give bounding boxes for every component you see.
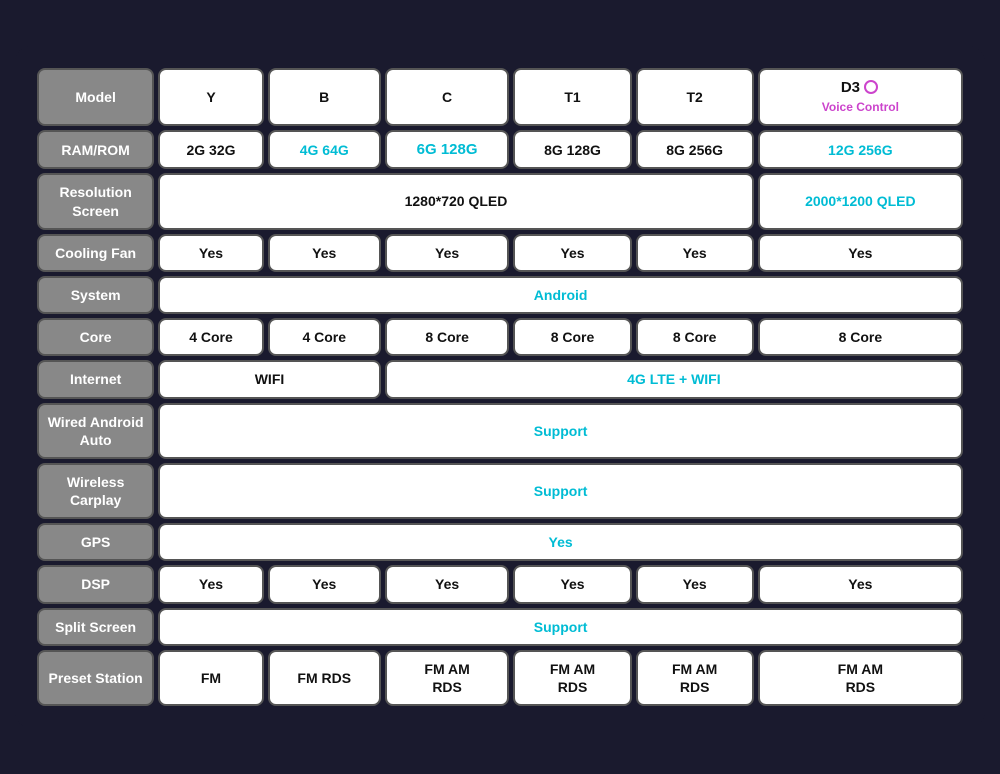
cell-ram-b: 4G 64G [268,130,381,170]
row-wireless-carplay: WirelessCarplay Support [37,463,963,519]
cell-core-d3: 8 Core [758,318,963,356]
cell-core-b: 4 Core [268,318,381,356]
row-dsp: DSP Yes Yes Yes Yes Yes Yes [37,565,963,603]
label-ram: RAM/ROM [37,130,154,170]
cell-dsp-c: Yes [385,565,510,603]
label-gps: GPS [37,523,154,561]
row-split-screen: Split Screen Support [37,608,963,646]
cell-model-c: C [385,68,510,126]
row-system: System Android [37,276,963,314]
label-wireless-carplay: WirelessCarplay [37,463,154,519]
cell-system: Android [158,276,963,314]
cell-preset-d3: FM AM RDS [758,650,963,706]
cell-core-y: 4 Core [158,318,263,356]
row-ram: RAM/ROM 2G 32G 4G 64G 6G 128G 8G 128G 8G… [37,130,963,170]
row-model: Model Y B C T1 T2 D3 Voice Control [37,68,963,126]
row-cooling: Cooling Fan Yes Yes Yes Yes Yes Yes [37,234,963,272]
voice-control-label: Voice Control [822,100,899,114]
label-core: Core [37,318,154,356]
cell-resolution-d3: 2000*1200 QLED [758,173,963,229]
cell-model-t2: T2 [636,68,754,126]
cell-ram-d3: 12G 256G [758,130,963,170]
cell-core-c: 8 Core [385,318,510,356]
cell-wired-android: Support [158,403,963,459]
row-internet: Internet WIFI 4G LTE + WIFI [37,360,963,398]
row-preset-station: Preset Station FM FM RDS FM AM RDS FM AM… [37,650,963,706]
cell-model-y: Y [158,68,263,126]
row-core: Core 4 Core 4 Core 8 Core 8 Core 8 Core … [37,318,963,356]
cell-cooling-t1: Yes [513,234,631,272]
cell-cooling-d3: Yes [758,234,963,272]
cell-cooling-c: Yes [385,234,510,272]
row-wired-android: Wired AndroidAuto Support [37,403,963,459]
label-resolution: ResolutionScreen [37,173,154,229]
cell-internet-wifi: WIFI [158,360,381,398]
cell-dsp-t1: Yes [513,565,631,603]
row-resolution: ResolutionScreen 1280*720 QLED 2000*1200… [37,173,963,229]
cell-cooling-t2: Yes [636,234,754,272]
cell-ram-t2: 8G 256G [636,130,754,170]
comparison-table: Model Y B C T1 T2 D3 Voice Control RAM/R… [33,64,967,710]
cell-core-t1: 8 Core [513,318,631,356]
label-split-screen: Split Screen [37,608,154,646]
voice-icon [864,80,878,94]
cell-split-screen: Support [158,608,963,646]
label-preset-station: Preset Station [37,650,154,706]
comparison-table-container: Model Y B C T1 T2 D3 Voice Control RAM/R… [15,46,985,728]
cell-resolution-standard: 1280*720 QLED [158,173,753,229]
cell-preset-c: FM AM RDS [385,650,510,706]
label-dsp: DSP [37,565,154,603]
cell-preset-t1: FM AM RDS [513,650,631,706]
label-cooling: Cooling Fan [37,234,154,272]
cell-gps: Yes [158,523,963,561]
label-model: Model [37,68,154,126]
cell-model-b: B [268,68,381,126]
cell-core-t2: 8 Core [636,318,754,356]
cell-ram-c: 6G 128G [385,130,510,170]
cell-dsp-t2: Yes [636,565,754,603]
cell-preset-t2: FM AM RDS [636,650,754,706]
cell-ram-y: 2G 32G [158,130,263,170]
cell-wireless-carplay: Support [158,463,963,519]
cell-preset-b: FM RDS [268,650,381,706]
cell-dsp-b: Yes [268,565,381,603]
cell-dsp-y: Yes [158,565,263,603]
cell-dsp-d3: Yes [758,565,963,603]
cell-model-t1: T1 [513,68,631,126]
label-system: System [37,276,154,314]
cell-internet-4g: 4G LTE + WIFI [385,360,963,398]
label-internet: Internet [37,360,154,398]
cell-model-d3: D3 Voice Control [758,68,963,126]
cell-cooling-y: Yes [158,234,263,272]
cell-ram-t1: 8G 128G [513,130,631,170]
label-wired-android: Wired AndroidAuto [37,403,154,459]
d3-label: D3 [841,79,860,96]
cell-preset-y: FM [158,650,263,706]
row-gps: GPS Yes [37,523,963,561]
cell-cooling-b: Yes [268,234,381,272]
